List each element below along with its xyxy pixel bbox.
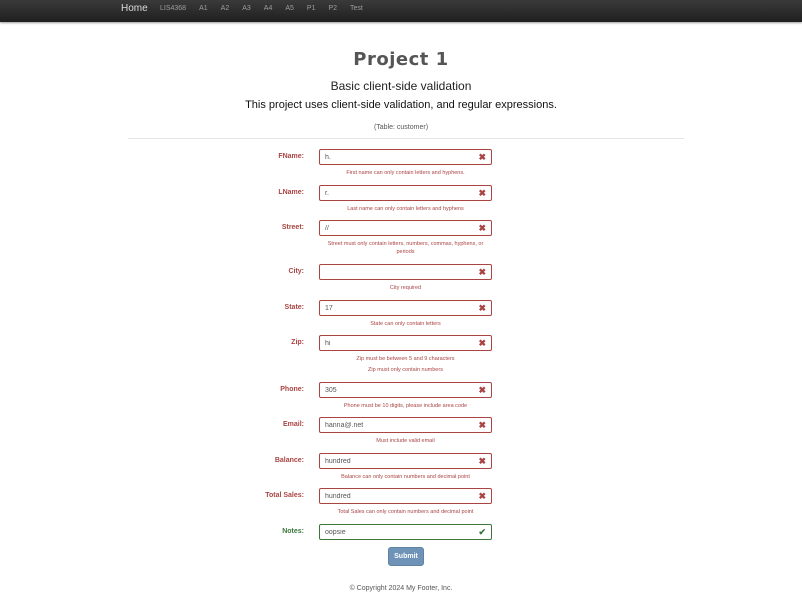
page-title: Project 1 [353,49,449,70]
nav-link-a3[interactable]: A3 [242,5,251,12]
balance-label: Balance: [274,457,304,464]
times-icon: ✖ [478,338,486,348]
times-icon: ✖ [478,491,486,501]
times-icon: ✖ [478,267,486,277]
email-help: Must include valid email [376,438,435,444]
nav-link-p1[interactable]: P1 [307,5,316,12]
lname-label: LName: [278,189,304,196]
times-icon: ✖ [478,456,486,466]
page-subtitle: Basic client-side validation [330,79,472,93]
balance-input[interactable] [325,454,475,468]
email-field: ✖ [319,417,492,433]
balance-field: ✖ [319,453,492,469]
total-sales-field: ✖ [319,488,492,504]
lname-help: Last name can only contain letters and h… [347,206,464,212]
nav-brand-home[interactable]: Home [121,3,148,14]
state-field: ✖ [319,300,492,316]
nav-link-lis4368[interactable]: LIS4368 [160,5,186,12]
nav-link-test[interactable]: Test [350,5,363,12]
nav-link-a1[interactable]: A1 [199,5,208,12]
email-input[interactable] [325,418,475,432]
nav-link-a2[interactable]: A2 [221,5,230,12]
city-field: ✖ [319,264,492,280]
email-label: Email: [282,421,304,428]
total-sales-input[interactable] [325,489,475,503]
fname-help: First name can only contain letters and … [346,170,465,176]
nav-link-p2[interactable]: P2 [328,5,337,12]
notes-input[interactable] [325,525,475,539]
total-sales-help: Total Sales can only contain numbers and… [337,509,474,515]
street-field: ✖ [319,220,492,236]
fname-field: ✖ [319,149,492,165]
state-label: State: [284,304,304,311]
times-icon: ✖ [478,188,486,198]
page-description: This project uses client-side validation… [245,99,557,111]
fname-input[interactable] [325,150,475,164]
check-icon: ✔ [478,527,486,537]
notes-field: ✔ [319,524,492,540]
street-label: Street: [281,224,304,231]
street-help: Street must only contain letters, number… [327,241,484,247]
phone-help: Phone must be 10 digits, please include … [343,403,468,409]
total-sales-label: Total Sales: [265,492,304,499]
street-input[interactable] [325,221,475,235]
footer-copyright: © Copyright 2024 My Footer, Inc. [349,585,453,592]
state-input[interactable] [325,301,475,315]
times-icon: ✖ [478,420,486,430]
table-note: (Table: customer) [373,124,429,131]
phone-field: ✖ [319,382,492,398]
zip-help-length: Zip must be between 5 and 9 characters [356,356,455,362]
lname-input[interactable] [325,186,475,200]
city-input[interactable] [325,265,475,279]
nav-links: LIS4368 A1 A2 A3 A4 A5 P1 P2 Test [160,5,376,12]
phone-label: Phone: [280,386,304,393]
notes-label: Notes: [282,528,304,535]
lname-field: ✖ [319,185,492,201]
nav-link-a4[interactable]: A4 [264,5,273,12]
navbar: Home LIS4368 A1 A2 A3 A4 A5 P1 P2 Test [0,0,802,22]
times-icon: ✖ [478,303,486,313]
balance-help: Balance can only contain numbers and dec… [341,474,470,480]
zip-label: Zip: [291,339,304,346]
street-help-continued: periods [396,249,415,255]
header-divider [128,138,684,139]
fname-label: FName: [278,153,304,160]
times-icon: ✖ [478,385,486,395]
city-label: City: [288,268,304,275]
times-icon: ✖ [478,152,486,162]
nav-link-a5[interactable]: A5 [285,5,294,12]
city-help: City required [389,285,422,291]
times-icon: ✖ [478,223,486,233]
zip-field: ✖ [319,335,492,351]
state-help: State can only contain letters [370,321,441,327]
zip-input[interactable] [325,336,475,350]
submit-button[interactable]: Submit [388,547,424,566]
phone-input[interactable] [325,383,475,397]
zip-help-numbers: Zip must only contain numbers [368,367,443,373]
